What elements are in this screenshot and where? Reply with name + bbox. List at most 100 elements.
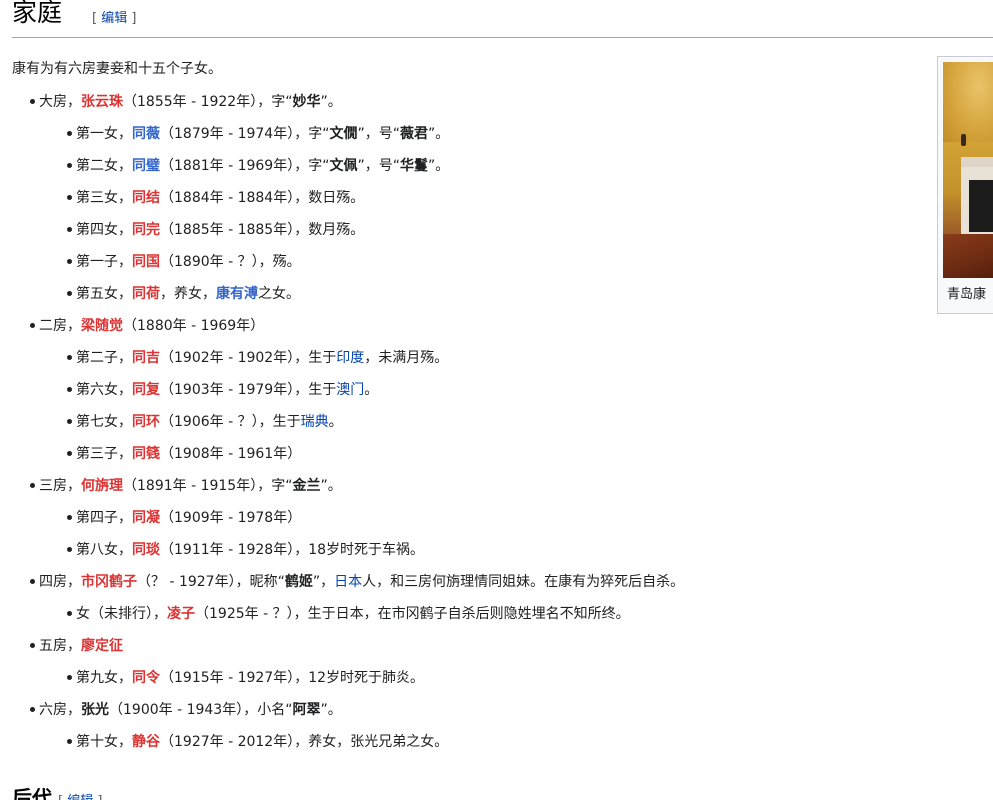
list-item-daughter-2: 第二女，同璧（1881年 - 1969年），字“文佩”，号“华鬘”。 bbox=[67, 150, 449, 182]
nickname: 鹤姬 bbox=[284, 574, 313, 590]
redlink-tongyan[interactable]: 同琰 bbox=[132, 542, 160, 558]
redlink-zhang-yunzhu[interactable]: 张云珠 bbox=[81, 94, 123, 110]
bullet bbox=[67, 226, 72, 232]
bullet bbox=[67, 418, 72, 424]
redlink-liang-suijue[interactable]: 梁随觉 bbox=[81, 318, 123, 334]
redlink-liao-dingzheng[interactable]: 廖定征 bbox=[81, 638, 123, 654]
bullet bbox=[67, 290, 72, 296]
text: 第十女， bbox=[76, 734, 132, 750]
image-floor bbox=[943, 234, 993, 278]
text: 第七女， bbox=[76, 414, 132, 430]
text: ”。 bbox=[320, 478, 342, 494]
redlink-jinggu[interactable]: 静谷 bbox=[132, 734, 160, 750]
text: 第一子， bbox=[76, 254, 132, 270]
bullet bbox=[67, 194, 72, 200]
list-item-wife-2: 二房，梁随觉（1880年 - 1969年） bbox=[30, 310, 264, 342]
text: 女（未排行）， bbox=[76, 606, 167, 622]
text: 第二女， bbox=[76, 158, 132, 174]
text: （1903年 - 1979年），生于 bbox=[160, 382, 337, 398]
link-macau[interactable]: 澳门 bbox=[336, 382, 364, 398]
link-sweden[interactable]: 瑞典 bbox=[301, 414, 329, 430]
text: ”， bbox=[312, 574, 335, 590]
text: （1891年 - 1915年），字“ bbox=[123, 478, 293, 494]
text: （1915年 - 1927年），12岁时死于肺炎。 bbox=[160, 670, 425, 686]
redlink-ichioka-tsuruko[interactable]: 市冈鹤子 bbox=[81, 574, 137, 590]
text: （1890年 - ？），殇。 bbox=[160, 254, 301, 270]
link-tongwei[interactable]: 同薇 bbox=[132, 126, 160, 142]
link-kang-youpu[interactable]: 康有溥 bbox=[216, 286, 258, 302]
redlink-tongwan[interactable]: 同完 bbox=[132, 222, 160, 238]
bullet bbox=[67, 514, 72, 520]
text: 第八女， bbox=[76, 542, 132, 558]
image-mantel bbox=[961, 157, 993, 167]
text: 第一女， bbox=[76, 126, 132, 142]
link-india[interactable]: 印度 bbox=[336, 350, 364, 366]
thumbnail-image-fireplace[interactable] bbox=[943, 62, 993, 278]
text: 三房， bbox=[39, 478, 81, 494]
text: ”。 bbox=[320, 702, 342, 718]
list-item-son-2: 第二子，同吉（1902年 - 1902年），生于印度，未满月殇。 bbox=[67, 342, 448, 374]
bullet bbox=[67, 610, 72, 616]
bullet bbox=[67, 162, 72, 168]
text: （1908年 - 1961年） bbox=[160, 446, 302, 462]
text: 二房， bbox=[39, 318, 81, 334]
image-wall bbox=[943, 62, 993, 142]
list-item-wife-4: 四房，市冈鹤子（？ - 1927年），昵称“鹤姬”，日本人，和三房何旃理情同姐妹… bbox=[30, 566, 684, 598]
intro-paragraph: 康有为有六房妻妾和十五个子女。 bbox=[12, 61, 222, 77]
bullet bbox=[67, 354, 72, 360]
list-item-daughter-1: 第一女，同薇（1879年 - 1974年），字“文僩”，号“薇君”。 bbox=[67, 118, 449, 150]
bullet bbox=[30, 482, 35, 488]
edit-section-link: [ 编辑 ] bbox=[58, 794, 102, 800]
link-tongbi[interactable]: 同璧 bbox=[132, 158, 160, 174]
text: 第三女， bbox=[76, 190, 132, 206]
redlink-tongning[interactable]: 同凝 bbox=[132, 510, 160, 526]
list-item-daughter-3: 第三女，同结（1884年 - 1884年），数日殇。 bbox=[67, 182, 364, 214]
redlink-tongjie[interactable]: 同结 bbox=[132, 190, 160, 206]
text: 第四女， bbox=[76, 222, 132, 238]
list-item-son-3: 第三子，同篯（1908年 - 1961年） bbox=[67, 438, 301, 470]
list-item-daughter-4: 第四女，同完（1885年 - 1885年），数月殇。 bbox=[67, 214, 364, 246]
edit-link[interactable]: 编辑 bbox=[101, 11, 127, 26]
text: ”。 bbox=[320, 94, 342, 110]
link-japan[interactable]: 日本 bbox=[334, 574, 362, 590]
list-item-son-4: 第四子，同凝（1909年 - 1978年） bbox=[67, 502, 301, 534]
bullet bbox=[67, 258, 72, 264]
text: 第三子， bbox=[76, 446, 132, 462]
redlink-lingzi[interactable]: 凌子 bbox=[167, 606, 195, 622]
text: 之女。 bbox=[258, 286, 300, 302]
list-item-daughter-8: 第八女，同琰（1911年 - 1928年），18岁时死于车祸。 bbox=[67, 534, 424, 566]
text: ”，号“ bbox=[357, 126, 400, 142]
redlink-tongji[interactable]: 同吉 bbox=[132, 350, 160, 366]
text: （1881年 - 1969年），字“ bbox=[160, 158, 330, 174]
edit-bracket-close: ] bbox=[93, 794, 102, 800]
list-item-wife-6: 六房，张光（1900年 - 1943年），小名“阿翠”。 bbox=[30, 694, 342, 726]
list-item-wife-3: 三房，何旃理（1891年 - 1915年），字“金兰”。 bbox=[30, 470, 342, 502]
childhood-name: 阿翠 bbox=[292, 702, 321, 718]
text: 。 bbox=[328, 414, 343, 430]
list-item-wife-1: 大房，张云珠（1855年 - 1922年），字“妙华”。 bbox=[30, 86, 342, 118]
redlink-tongling[interactable]: 同令 bbox=[132, 670, 160, 686]
bullet bbox=[67, 674, 72, 680]
section-title: 后代 bbox=[12, 786, 52, 800]
list-item-daughter-10: 第十女，静谷（1927年 - 2012年），养女，张光兄弟之女。 bbox=[67, 726, 448, 758]
art-name: 华鬘 bbox=[399, 158, 428, 174]
courtesy-name: 文僩 bbox=[329, 126, 358, 142]
courtesy-name: 文佩 bbox=[329, 158, 358, 174]
redlink-tongjian[interactable]: 同篯 bbox=[132, 446, 160, 462]
bullet bbox=[67, 130, 72, 136]
list-item-son-1: 第一子，同国（1890年 - ？），殇。 bbox=[67, 246, 301, 278]
text: 第四子， bbox=[76, 510, 132, 526]
text: ”，号“ bbox=[357, 158, 400, 174]
text: （1885年 - 1885年），数月殇。 bbox=[160, 222, 365, 238]
redlink-tongfu[interactable]: 同复 bbox=[132, 382, 160, 398]
redlink-tongguo[interactable]: 同国 bbox=[132, 254, 160, 270]
image-ornament bbox=[961, 134, 966, 146]
redlink-tonghuan[interactable]: 同环 bbox=[132, 414, 160, 430]
text: （1902年 - 1902年），生于 bbox=[160, 350, 337, 366]
redlink-tonghe[interactable]: 同荷 bbox=[132, 286, 160, 302]
text: 第五女， bbox=[76, 286, 132, 302]
redlink-he-zhanli[interactable]: 何旃理 bbox=[81, 478, 123, 494]
text: （1911年 - 1928年），18岁时死于车祸。 bbox=[160, 542, 425, 558]
edit-link[interactable]: 编辑 bbox=[67, 794, 93, 800]
text: 第九女， bbox=[76, 670, 132, 686]
